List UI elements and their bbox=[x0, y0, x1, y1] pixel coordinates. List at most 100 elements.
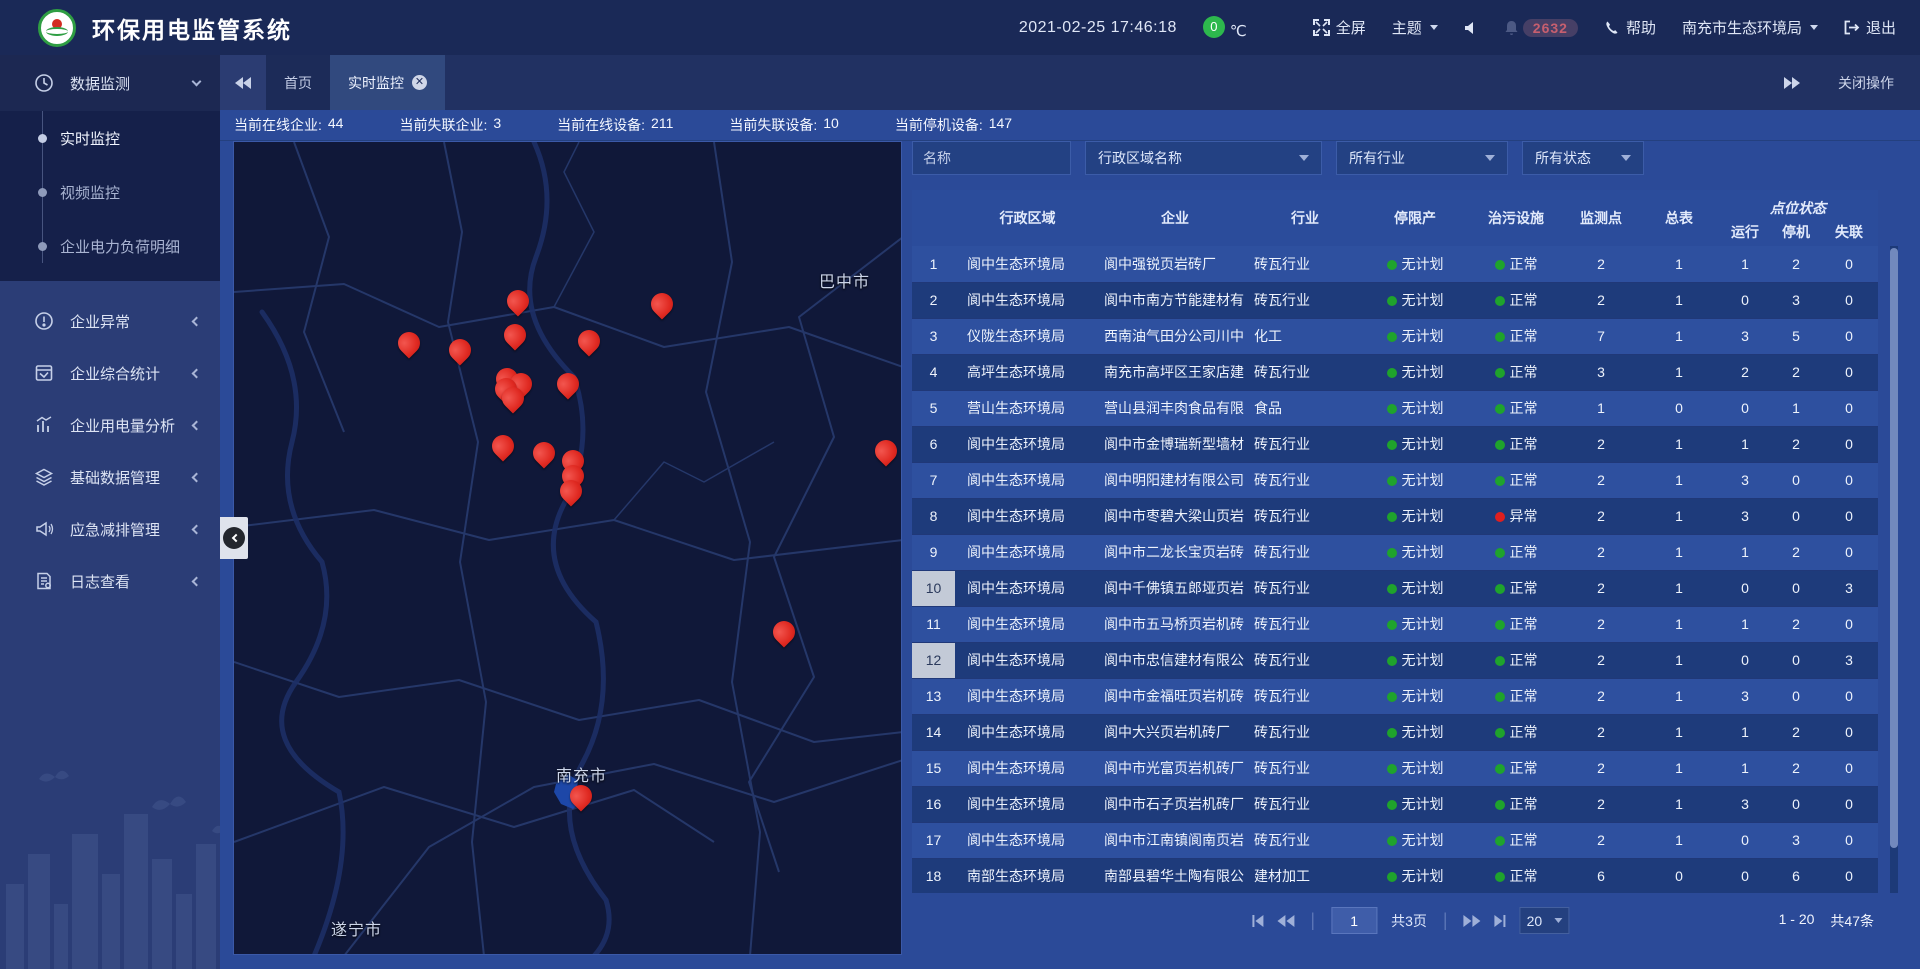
tab-home[interactable]: 首页 bbox=[266, 55, 330, 110]
table-row[interactable]: 6 阆中生态环境局 阆中市金博瑞新型墙材 砖瓦行业 无计划 正常 2 1 1 2… bbox=[912, 426, 1878, 462]
row-index: 7 bbox=[912, 462, 955, 498]
table-row[interactable]: 18 南部生态环境局 南部县碧华土陶有限公 建材加工 无计划 正常 6 0 0 … bbox=[912, 858, 1878, 893]
first-page-button[interactable] bbox=[1252, 915, 1263, 927]
chevron-left-icon bbox=[192, 368, 202, 378]
table-row[interactable]: 16 阆中生态环境局 阆中市石子页岩机砖厂 砖瓦行业 无计划 正常 2 1 3 … bbox=[912, 786, 1878, 822]
table-row[interactable]: 3 仪陇生态环境局 西南油气田分公司川中 化工 无计划 正常 7 1 3 5 0 bbox=[912, 318, 1878, 354]
limit-status-dot bbox=[1387, 800, 1397, 810]
row-company: 南充市高坪区王家店建 bbox=[1100, 354, 1250, 390]
alert-circle-icon bbox=[34, 311, 54, 331]
map-pin[interactable] bbox=[393, 327, 424, 358]
tab-realtime-monitoring[interactable]: 实时监控 ✕ bbox=[330, 55, 445, 110]
table-row[interactable]: 17 阆中生态环境局 阆中市江南镇阆南页岩 砖瓦行业 无计划 正常 2 1 0 … bbox=[912, 822, 1878, 858]
map-pin-layer bbox=[234, 142, 901, 954]
sidebar-item-data-monitoring[interactable]: 数据监测 bbox=[0, 55, 220, 111]
sidebar-item-base-data-management[interactable]: 基础数据管理 bbox=[0, 451, 220, 503]
limit-status-dot bbox=[1387, 476, 1397, 486]
sidebar-item-enterprise-statistics[interactable]: 企业综合统计 bbox=[0, 347, 220, 399]
table-row[interactable]: 5 营山生态环境局 营山县润丰肉食品有限 食品 无计划 正常 1 0 0 1 0 bbox=[912, 390, 1878, 426]
row-stopped: 0 bbox=[1772, 462, 1820, 498]
map-pin[interactable] bbox=[528, 437, 559, 468]
next-page-button[interactable] bbox=[1464, 915, 1481, 927]
row-total-meter: 1 bbox=[1640, 822, 1718, 858]
table-row[interactable]: 13 阆中生态环境局 阆中市金福旺页岩机砖 砖瓦行业 无计划 正常 2 1 3 … bbox=[912, 678, 1878, 714]
name-filter-input[interactable] bbox=[912, 141, 1071, 175]
row-total-meter: 1 bbox=[1640, 462, 1718, 498]
page-number-input[interactable] bbox=[1331, 907, 1377, 934]
region-filter-select[interactable]: 行政区域名称 bbox=[1085, 141, 1322, 175]
row-company: 阆中千佛镇五郎垭页岩 bbox=[1100, 570, 1250, 606]
tabs-scroll-left-button[interactable] bbox=[220, 55, 266, 110]
map-pin[interactable] bbox=[499, 319, 530, 350]
limit-status-dot bbox=[1387, 548, 1397, 558]
tab-close-icon[interactable]: ✕ bbox=[412, 75, 427, 90]
row-company: 阆中明阳建材有限公司 bbox=[1100, 462, 1250, 498]
row-disconnected: 0 bbox=[1820, 534, 1878, 570]
sidebar-item-log-view[interactable]: 日志查看 bbox=[0, 555, 220, 607]
prev-page-button[interactable] bbox=[1277, 915, 1294, 927]
table-row[interactable]: 14 阆中生态环境局 阆中大兴页岩机砖厂 砖瓦行业 无计划 正常 2 1 1 2… bbox=[912, 714, 1878, 750]
row-stopped: 0 bbox=[1772, 642, 1820, 678]
table-row[interactable]: 7 阆中生态环境局 阆中明阳建材有限公司 砖瓦行业 无计划 正常 2 1 3 0… bbox=[912, 462, 1878, 498]
row-total-meter: 1 bbox=[1640, 642, 1718, 678]
help-button[interactable]: 帮助 bbox=[1604, 17, 1656, 38]
filter-bar: 行政区域名称 所有行业 所有状态 bbox=[912, 141, 1910, 175]
map-pin[interactable] bbox=[502, 285, 533, 316]
tabs-scroll-right-button[interactable] bbox=[1784, 77, 1800, 89]
col-region: 行政区域 bbox=[955, 190, 1100, 246]
notification-button[interactable]: 2632 bbox=[1504, 19, 1578, 37]
page-size-select[interactable]: 20 bbox=[1520, 907, 1570, 934]
map-city-label: 南充市 bbox=[556, 762, 607, 786]
last-page-button[interactable] bbox=[1495, 915, 1506, 927]
table-row[interactable]: 10 阆中生态环境局 阆中千佛镇五郎垭页岩 砖瓦行业 无计划 正常 2 1 0 … bbox=[912, 570, 1878, 606]
row-index: 6 bbox=[912, 426, 955, 462]
table-row[interactable]: 15 阆中生态环境局 阆中市光富页岩机砖厂 砖瓦行业 无计划 正常 2 1 1 … bbox=[912, 750, 1878, 786]
sidebar-item-enterprise-abnormal[interactable]: 企业异常 bbox=[0, 295, 220, 347]
pagination-bar: | 共3页 | 20 1 - 20 共47条 bbox=[912, 893, 1910, 948]
map-pin[interactable] bbox=[573, 325, 604, 356]
map-collapse-button[interactable] bbox=[220, 517, 248, 559]
map-pin[interactable] bbox=[444, 334, 475, 365]
map-pin[interactable] bbox=[870, 435, 901, 466]
row-limit-production: 无计划 bbox=[1360, 462, 1470, 498]
table-row[interactable]: 9 阆中生态环境局 阆中市二龙长宝页岩砖 砖瓦行业 无计划 正常 2 1 1 2… bbox=[912, 534, 1878, 570]
table-row[interactable]: 1 阆中生态环境局 阆中强锐页岩砖厂 砖瓦行业 无计划 正常 2 1 1 2 0 bbox=[912, 246, 1878, 282]
map-panel[interactable]: 巴中市 南充市 遂宁市 bbox=[233, 141, 902, 955]
mute-speaker-button[interactable] bbox=[1464, 21, 1478, 35]
row-limit-production: 无计划 bbox=[1360, 498, 1470, 534]
status-filter-select[interactable]: 所有状态 bbox=[1522, 141, 1644, 175]
row-monitor-points: 2 bbox=[1562, 606, 1640, 642]
table-row[interactable]: 2 阆中生态环境局 阆中市南方节能建材有 砖瓦行业 无计划 正常 2 1 0 3… bbox=[912, 282, 1878, 318]
table-row[interactable]: 12 阆中生态环境局 阆中市忠信建材有限公 砖瓦行业 无计划 正常 2 1 0 … bbox=[912, 642, 1878, 678]
chevron-left-icon bbox=[192, 576, 202, 586]
organization-dropdown[interactable]: 南充市生态环境局 bbox=[1682, 17, 1818, 38]
sidebar-item-realtime-monitoring[interactable]: 实时监控 bbox=[0, 111, 220, 165]
map-pin[interactable] bbox=[646, 288, 677, 319]
row-total-meter: 1 bbox=[1640, 570, 1718, 606]
sidebar-item-power-load-detail[interactable]: 企业电力负荷明细 bbox=[0, 219, 220, 273]
limit-status-dot bbox=[1387, 512, 1397, 522]
map-pin[interactable] bbox=[552, 368, 583, 399]
scrollbar-thumb[interactable] bbox=[1890, 248, 1898, 848]
sidebar-group-data-monitoring: 数据监测 实时监控 视频监控 企业电力负荷明细 bbox=[0, 55, 220, 281]
logout-button[interactable]: 退出 bbox=[1844, 17, 1896, 38]
facility-status-dot bbox=[1495, 476, 1505, 486]
app-header: 环保用电监管系统 2021-02-25 17:46:18 0 ℃ 全屏 主题 2… bbox=[0, 0, 1920, 55]
row-running: 0 bbox=[1718, 642, 1772, 678]
table-row[interactable]: 11 阆中生态环境局 阆中市五马桥页岩机砖 砖瓦行业 无计划 正常 2 1 1 … bbox=[912, 606, 1878, 642]
row-industry: 砖瓦行业 bbox=[1250, 714, 1360, 750]
row-stopped: 2 bbox=[1772, 426, 1820, 462]
row-region: 阆中生态环境局 bbox=[955, 678, 1100, 714]
industry-filter-select[interactable]: 所有行业 bbox=[1336, 141, 1508, 175]
row-monitor-points: 6 bbox=[1562, 858, 1640, 893]
map-pin[interactable] bbox=[768, 616, 799, 647]
map-pin[interactable] bbox=[487, 430, 518, 461]
sidebar-item-video-monitoring[interactable]: 视频监控 bbox=[0, 165, 220, 219]
sidebar-item-emergency-reduction[interactable]: 应急减排管理 bbox=[0, 503, 220, 555]
sidebar-item-power-usage-analysis[interactable]: 企业用电量分析 bbox=[0, 399, 220, 451]
table-row[interactable]: 8 阆中生态环境局 阆中市枣碧大梁山页岩 砖瓦行业 无计划 异常 2 1 3 0… bbox=[912, 498, 1878, 534]
fullscreen-button[interactable]: 全屏 bbox=[1313, 17, 1366, 38]
close-operations-button[interactable]: 关闭操作 bbox=[1838, 73, 1894, 93]
table-row[interactable]: 4 高坪生态环境局 南充市高坪区王家店建 砖瓦行业 无计划 正常 3 1 2 2… bbox=[912, 354, 1878, 390]
theme-dropdown[interactable]: 主题 bbox=[1392, 17, 1438, 38]
